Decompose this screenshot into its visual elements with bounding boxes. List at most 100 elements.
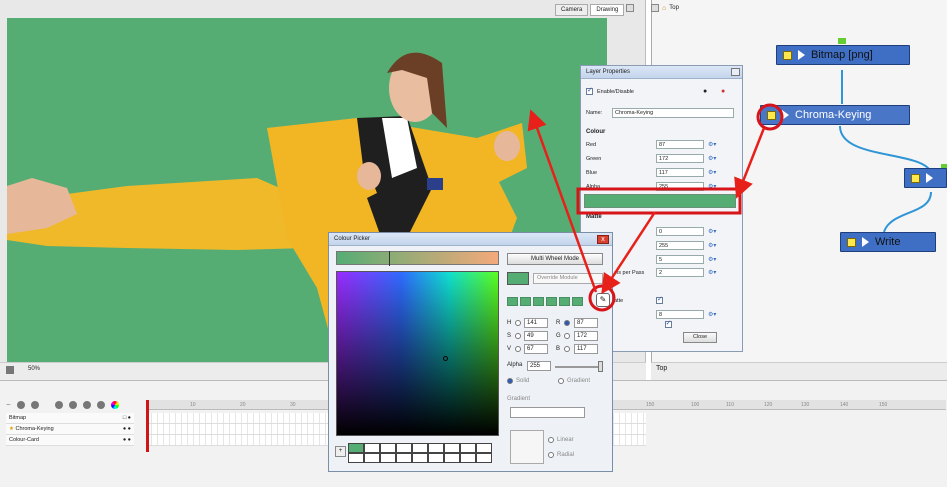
eyedropper-icon[interactable]: ✎ (596, 293, 610, 307)
function-icon[interactable]: ⚙▾ (708, 269, 716, 276)
pixels-per-pass-field[interactable]: 2 (656, 268, 704, 277)
swatch-cell[interactable] (380, 443, 396, 453)
swatch[interactable] (572, 297, 583, 306)
swatch-cell[interactable] (412, 453, 428, 463)
swatch-cell[interactable] (476, 453, 492, 463)
layer-visibility-icon[interactable]: □ ● (123, 415, 131, 421)
close-icon[interactable]: x (597, 235, 609, 244)
colour-swatch[interactable] (584, 194, 736, 208)
s-radio[interactable] (515, 333, 521, 339)
solid-radio[interactable] (507, 378, 513, 384)
onion-skin-next-icon[interactable] (30, 400, 39, 409)
enable-row[interactable]: Enable/Disable (586, 86, 634, 95)
node-chroma-keying[interactable]: Chroma-Keying (760, 105, 910, 125)
radial-option[interactable]: Radial (548, 452, 574, 458)
b-field[interactable]: 117 (574, 344, 598, 354)
node-write[interactable]: Write (840, 232, 936, 252)
lock-icon[interactable]: ● (703, 88, 707, 95)
matte-field[interactable]: 0 (656, 227, 704, 236)
function-icon[interactable]: ⚙▾ (708, 141, 716, 148)
function-icon[interactable]: ⚙▾ (708, 311, 716, 318)
function-icon[interactable]: ⚙▾ (708, 169, 716, 176)
alpha-slider-track[interactable] (555, 366, 603, 368)
color-icon[interactable]: ● (721, 88, 725, 95)
h-field[interactable]: 141 (524, 318, 548, 328)
swatch-cell[interactable] (396, 443, 412, 453)
b-radio[interactable] (564, 346, 570, 352)
red-field[interactable]: 87 (656, 140, 704, 149)
blue-field[interactable]: 117 (656, 168, 704, 177)
swatch-cell[interactable] (444, 443, 460, 453)
matte-checkbox-2[interactable] (664, 319, 672, 328)
swatch[interactable] (520, 297, 531, 306)
matte-field[interactable]: 8 (656, 310, 704, 319)
green-field[interactable]: 172 (656, 154, 704, 163)
swatch-cell[interactable] (460, 453, 476, 463)
colour-field-marker[interactable] (443, 356, 448, 361)
h-radio[interactable] (515, 320, 521, 326)
colour-field[interactable] (336, 271, 499, 436)
solid-option[interactable]: Solid (507, 378, 529, 384)
minus-icon[interactable]: − (6, 400, 11, 409)
swatch-cell[interactable] (364, 453, 380, 463)
g-radio[interactable] (564, 333, 570, 339)
layer-lock-icon[interactable]: ● ● (123, 437, 131, 443)
node-port-icon[interactable] (911, 173, 920, 183)
swatch-cell[interactable] (428, 443, 444, 453)
expand-swatches-button[interactable]: + (335, 446, 346, 457)
swatch-cell[interactable] (348, 453, 364, 463)
picker-alpha-field[interactable]: 255 (527, 361, 551, 371)
loop-icon[interactable] (82, 400, 91, 409)
s-field[interactable]: 49 (524, 331, 548, 341)
function-icon[interactable]: ⚙▾ (708, 256, 716, 263)
r-field[interactable]: 87 (574, 318, 598, 328)
history-marker[interactable] (389, 251, 395, 266)
swatch-cell[interactable] (460, 443, 476, 453)
swatch-cell[interactable] (396, 453, 412, 463)
layer-lock-icon[interactable]: ● ● (123, 426, 131, 432)
node-port-icon[interactable] (847, 237, 856, 247)
timeline-playhead[interactable] (146, 400, 149, 452)
gradient-radio[interactable] (558, 378, 564, 384)
colour-history-bar[interactable] (336, 251, 499, 265)
zoom-icon[interactable] (54, 400, 63, 409)
swatch[interactable] (533, 297, 544, 306)
function-icon[interactable]: ⚙▾ (708, 155, 716, 162)
close-button[interactable]: Close (683, 332, 717, 343)
swatch-cell[interactable] (380, 453, 396, 463)
tab-camera[interactable]: Camera (555, 4, 589, 16)
v-radio[interactable] (515, 346, 521, 352)
layer-row-colour-card[interactable]: Colour-Card ● ● (6, 435, 134, 446)
swatch-cell[interactable] (348, 443, 364, 453)
gradient-option[interactable]: Gradient (558, 378, 590, 384)
radial-radio[interactable] (548, 452, 554, 458)
tab-drawing[interactable]: Drawing (590, 4, 625, 16)
swatch-cell[interactable] (428, 453, 444, 463)
alpha-slider-thumb[interactable] (598, 361, 603, 372)
swatch[interactable] (559, 297, 570, 306)
node-bitmap[interactable]: Bitmap [png] (776, 45, 910, 65)
r-radio[interactable] (564, 320, 570, 326)
v-field[interactable]: 67 (524, 344, 548, 354)
multi-wheel-mode-button[interactable]: Multi Wheel Mode (507, 253, 603, 265)
node-port-icon[interactable] (767, 110, 776, 120)
layer-row-chroma-keying[interactable]: ★ Chroma-Keying ● ● (6, 424, 134, 435)
swatch-cell[interactable] (412, 443, 428, 453)
view-menu-icon[interactable] (626, 4, 635, 12)
frame-icon[interactable] (6, 366, 14, 374)
swatch-cell[interactable] (476, 443, 492, 453)
enable-checkbox[interactable] (586, 86, 593, 95)
gradient-preview[interactable] (510, 407, 585, 418)
stop-icon[interactable] (96, 400, 105, 409)
override-module-field[interactable]: Override Module (533, 273, 603, 284)
record-icon[interactable] (68, 400, 77, 409)
function-icon[interactable]: ⚙▾ (708, 228, 716, 235)
swatch[interactable] (546, 297, 557, 306)
matte-checkbox[interactable] (656, 295, 663, 304)
function-icon[interactable]: ⚙▾ (708, 242, 716, 249)
swatch[interactable] (507, 297, 518, 306)
node-port-icon[interactable] (783, 50, 792, 60)
linear-option[interactable]: Linear (548, 437, 574, 443)
name-field[interactable]: Chroma-Keying (612, 108, 734, 118)
matte-field[interactable]: 5 (656, 255, 704, 264)
